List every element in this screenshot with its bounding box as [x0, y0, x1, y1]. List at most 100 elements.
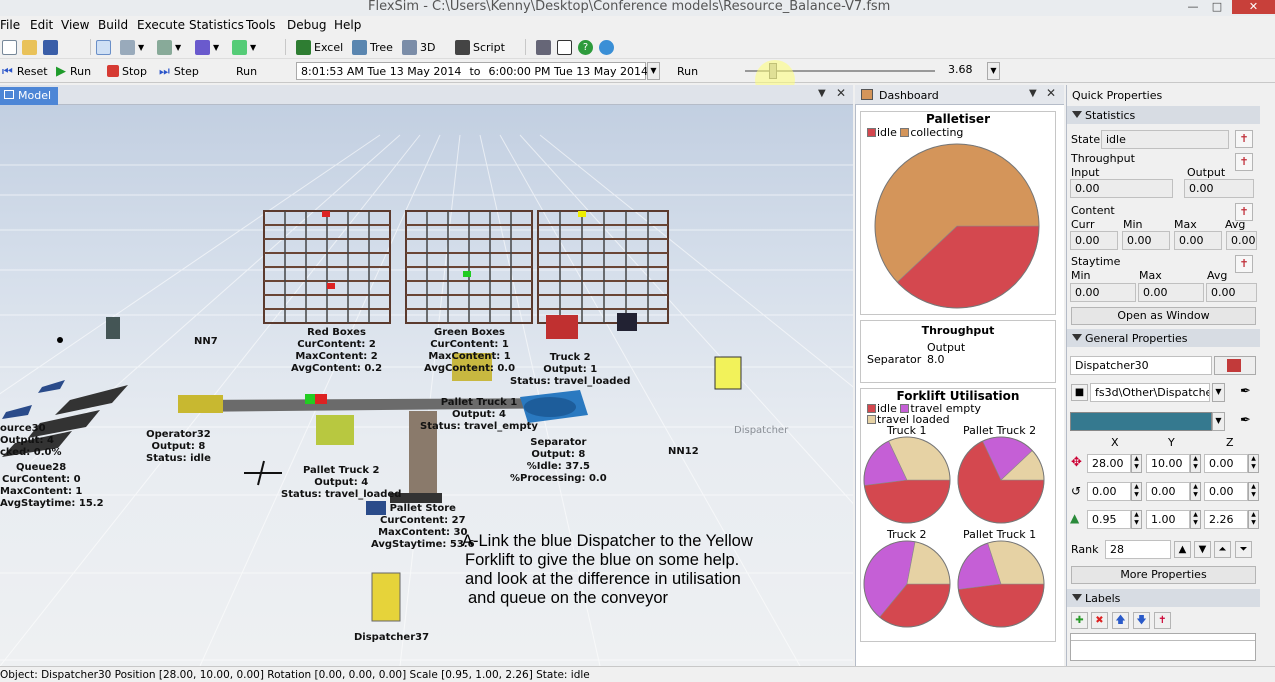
- move-label-down-button[interactable]: 🡇: [1133, 612, 1150, 629]
- run-button[interactable]: ▶ Run: [56, 62, 91, 80]
- panel-menu-icon[interactable]: ▼: [1029, 88, 1037, 99]
- scale-x-field[interactable]: 0.95: [1087, 510, 1131, 529]
- scale-x-spinner[interactable]: ▲ ▼: [1131, 510, 1142, 529]
- eyedropper-icon[interactable]: ✒: [1240, 413, 1251, 428]
- scale-y-spinner[interactable]: ▲ ▼: [1190, 510, 1201, 529]
- rank-top-button[interactable]: ⏶: [1214, 541, 1231, 558]
- shape-dropdown[interactable]: ▼: [1212, 383, 1225, 402]
- dispatcher37-label[interactable]: Dispatcher37: [354, 632, 429, 644]
- menu-execute[interactable]: Execute: [137, 18, 185, 32]
- color-field[interactable]: [1070, 412, 1212, 431]
- rotation-x-spinner[interactable]: ▲ ▼: [1131, 482, 1142, 501]
- add-label-button[interactable]: ✚: [1071, 612, 1088, 629]
- operator32-label[interactable]: Operator32 Output: 8 Status: idle: [146, 429, 211, 465]
- move-label-up-button[interactable]: 🡅: [1112, 612, 1129, 629]
- new-button[interactable]: [2, 38, 20, 56]
- group-button[interactable]: ▼: [195, 38, 219, 56]
- rank-down-button[interactable]: ▼: [1194, 541, 1211, 558]
- open-button[interactable]: [22, 38, 40, 56]
- model-3d-view[interactable]: Red Boxes CurContent: 2 MaxContent: 2 Av…: [0, 105, 853, 666]
- truck-2-label[interactable]: Truck 2 Output: 1 Status: travel_loaded: [510, 352, 630, 388]
- script-button[interactable]: Script: [455, 38, 505, 56]
- tab-model[interactable]: Model: [0, 87, 58, 105]
- menu-statistics[interactable]: Statistics: [189, 18, 244, 32]
- step-button[interactable]: ⏭ Step: [159, 62, 199, 80]
- pin-staytime-button[interactable]: ✝: [1235, 255, 1253, 273]
- rotation-z-spinner[interactable]: ▲ ▼: [1248, 482, 1259, 501]
- position-z-field[interactable]: 0.00: [1204, 454, 1248, 473]
- statistics-section-header[interactable]: Statistics: [1067, 106, 1260, 124]
- pin-labels-button[interactable]: ✝: [1154, 612, 1171, 629]
- position-z-spinner[interactable]: ▲ ▼: [1248, 454, 1259, 473]
- time-dropdown[interactable]: ▼: [647, 62, 660, 80]
- open-as-window-button[interactable]: Open as Window: [1071, 307, 1256, 325]
- general-properties-section-header[interactable]: General Properties: [1067, 329, 1260, 347]
- connect-mode-button[interactable]: ▼: [120, 38, 144, 56]
- labels-section-header[interactable]: Labels: [1067, 589, 1260, 607]
- menu-file[interactable]: File: [0, 18, 20, 32]
- panel-close-icon[interactable]: ✕: [1046, 86, 1056, 100]
- menu-view[interactable]: View: [61, 18, 89, 32]
- panel-menu-icon[interactable]: ▼: [818, 88, 826, 99]
- excel-button[interactable]: Excel: [296, 38, 343, 56]
- network-node-12-label[interactable]: NN12: [668, 446, 699, 458]
- source30-label[interactable]: ource30 Output: 4 cked: 0.0%: [0, 423, 61, 459]
- minimize-button[interactable]: —: [1180, 0, 1206, 14]
- green-boxes-label[interactable]: Green Boxes CurContent: 1 MaxContent: 1 …: [424, 327, 515, 375]
- network-node-7-label[interactable]: NN7: [194, 336, 218, 348]
- menu-debug[interactable]: Debug: [287, 18, 326, 32]
- more-properties-button[interactable]: More Properties: [1071, 566, 1256, 584]
- eyedropper-icon[interactable]: ✒: [1240, 384, 1251, 399]
- forklift-utilisation-chart[interactable]: Forklift Utilisation idle travel empty t…: [860, 388, 1056, 642]
- rotation-y-spinner[interactable]: ▲ ▼: [1190, 482, 1201, 501]
- reset-button[interactable]: ⏮ Reset: [2, 62, 48, 80]
- select-mode-button[interactable]: [96, 38, 114, 56]
- scale-z-field[interactable]: 2.26: [1204, 510, 1248, 529]
- scale-z-spinner[interactable]: ▲ ▼: [1248, 510, 1259, 529]
- labels-table[interactable]: [1070, 633, 1256, 661]
- pallet-truck-2-label[interactable]: Pallet Truck 2 Output: 4 Status: travel_…: [281, 465, 401, 501]
- maximize-button[interactable]: □: [1204, 0, 1230, 14]
- pin-throughput-button[interactable]: ✝: [1235, 153, 1253, 171]
- shape-icon-button[interactable]: ■: [1071, 384, 1088, 401]
- rank-bottom-button[interactable]: ⏷: [1235, 541, 1252, 558]
- rotation-y-field[interactable]: 0.00: [1146, 482, 1190, 501]
- throughput-table[interactable]: Throughput Output Separator 8.0: [860, 320, 1056, 383]
- queue28-label[interactable]: Queue28 CurContent: 0 MaxContent: 1 AvgS…: [0, 462, 104, 510]
- shape-field[interactable]: fs3d\Other\Dispatcher.: [1090, 383, 1210, 402]
- create-mode-button[interactable]: ▼: [157, 38, 181, 56]
- menu-tools[interactable]: Tools: [246, 18, 276, 32]
- layout-button[interactable]: [536, 38, 554, 56]
- speed-dropdown[interactable]: ▼: [987, 62, 1000, 80]
- position-y-spinner[interactable]: ▲ ▼: [1190, 454, 1201, 473]
- delete-label-button[interactable]: ✖: [1091, 612, 1108, 629]
- 3d-button[interactable]: 3D: [402, 38, 435, 56]
- run-time-range[interactable]: 8:01:53 AM Tue 13 May 2014 to 6:00:00 PM T…: [296, 62, 648, 80]
- stop-button[interactable]: Stop: [107, 62, 147, 80]
- red-boxes-label[interactable]: Red Boxes CurContent: 2 MaxContent: 2 Av…: [291, 327, 382, 375]
- save-button[interactable]: [43, 38, 61, 56]
- position-x-field[interactable]: 28.00: [1087, 454, 1131, 473]
- pallet-truck-1-label[interactable]: Pallet Truck 1 Output: 4 Status: travel_…: [420, 397, 538, 433]
- menu-build[interactable]: Build: [98, 18, 128, 32]
- pin-state-button[interactable]: ✝: [1235, 130, 1253, 148]
- position-x-spinner[interactable]: ▲ ▼: [1131, 454, 1142, 473]
- rank-field[interactable]: 28: [1105, 540, 1171, 559]
- pallet-store-label[interactable]: Pallet Store CurContent: 27 MaxContent: …: [371, 503, 475, 551]
- scale-y-field[interactable]: 1.00: [1146, 510, 1190, 529]
- menu-edit[interactable]: Edit: [30, 18, 53, 32]
- rotation-z-field[interactable]: 0.00: [1204, 482, 1248, 501]
- help-button[interactable]: ?: [578, 38, 596, 56]
- rotation-x-field[interactable]: 0.00: [1087, 482, 1131, 501]
- tab-dashboard[interactable]: Dashboard: [879, 89, 939, 102]
- view-options-button[interactable]: ▼: [232, 38, 256, 56]
- color-dropdown[interactable]: ▼: [1212, 412, 1225, 431]
- window-button[interactable]: [557, 38, 575, 56]
- close-button[interactable]: ✕: [1232, 0, 1275, 14]
- palletiser-chart[interactable]: Palletiser idle collecting: [860, 111, 1056, 315]
- position-y-field[interactable]: 10.00: [1146, 454, 1190, 473]
- object-color-button[interactable]: [1214, 356, 1256, 375]
- tree-button[interactable]: Tree: [352, 38, 393, 56]
- object-name-field[interactable]: Dispatcher30: [1070, 356, 1212, 375]
- separator-label[interactable]: Separator Output: 8 %Idle: 37.5 %Process…: [510, 437, 607, 485]
